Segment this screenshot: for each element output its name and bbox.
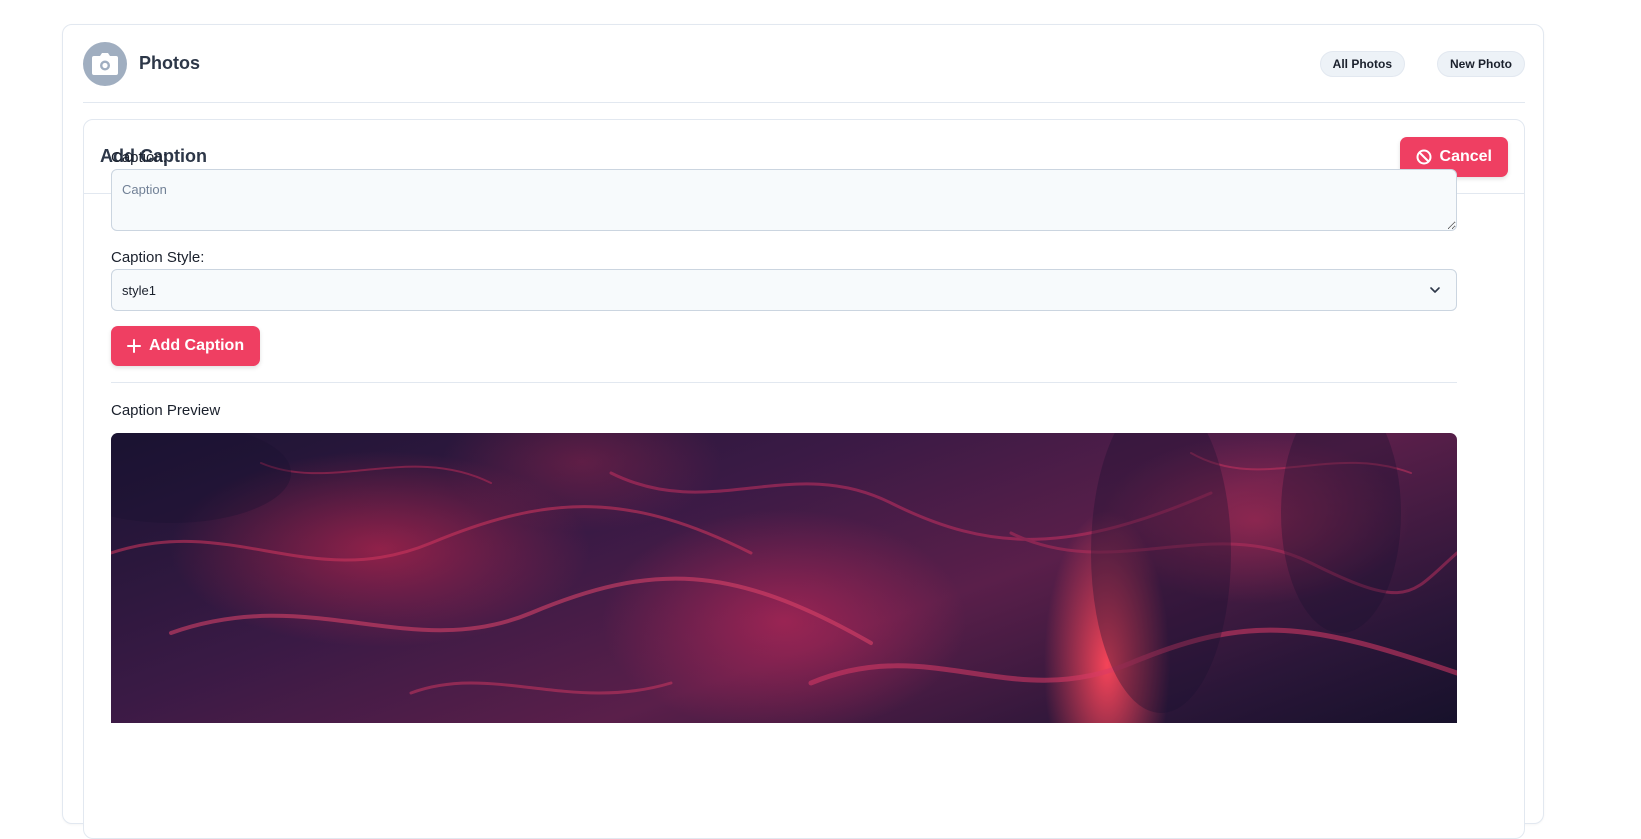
nav-new-photo[interactable]: New Photo — [1437, 50, 1525, 77]
caption-preview-label: Caption Preview — [111, 402, 221, 419]
caption-label: Caption: — [111, 149, 167, 166]
app-header: Photos All Photos New Photo — [83, 25, 1525, 103]
chevron-down-icon — [1428, 283, 1442, 300]
add-caption-label: Add Caption — [149, 337, 245, 354]
preview-texture — [111, 433, 1457, 713]
caption-input[interactable] — [111, 169, 1457, 231]
nav-all-photos[interactable]: All Photos — [1319, 50, 1405, 77]
camera-icon — [83, 41, 127, 86]
caption-style-value: style1 — [122, 282, 156, 298]
caption-form: Caption: Caption Style: style1 Add Capti… — [111, 149, 1457, 723]
caption-preview-image — [111, 433, 1457, 723]
main-card: Photos All Photos New Photo Add Caption … — [62, 24, 1544, 839]
app-title: Photos — [139, 53, 200, 73]
brand: Photos — [83, 41, 200, 86]
add-caption-button[interactable]: Add Caption — [111, 326, 261, 366]
plus-icon — [127, 339, 141, 353]
caption-style-select[interactable]: style1 — [111, 269, 1457, 311]
caption-style-label: Caption Style: — [111, 249, 205, 266]
top-nav: All Photos New Photo — [1319, 50, 1525, 77]
